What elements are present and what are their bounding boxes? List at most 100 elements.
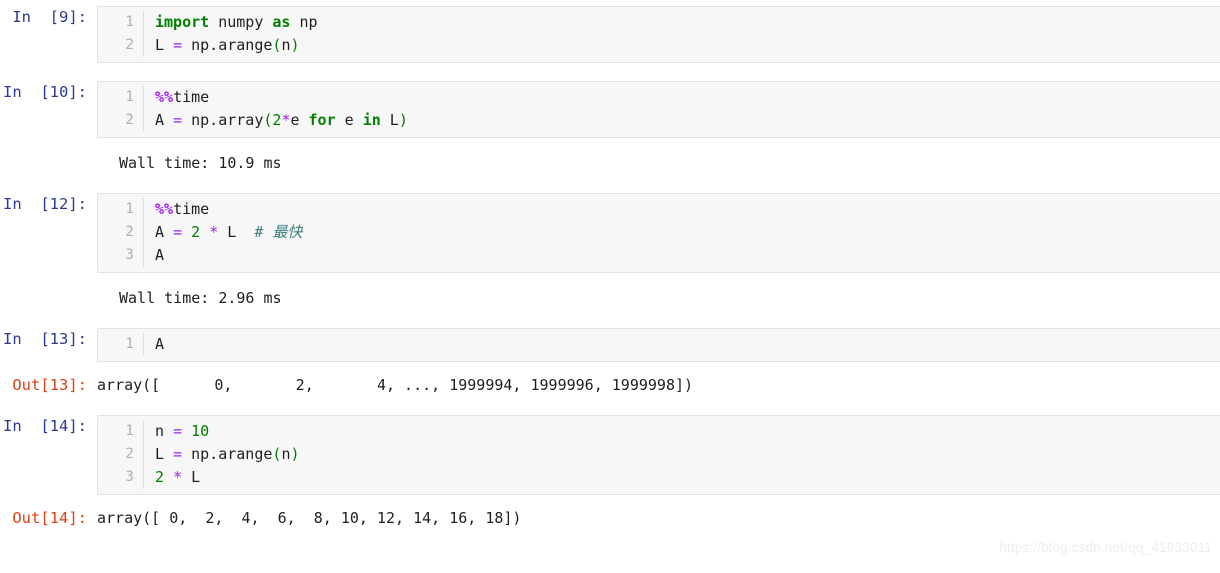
code-text[interactable]: %%time A = np.array(2*e for e in L) — [144, 86, 1220, 132]
code-line: n = 10 — [155, 420, 1220, 443]
line-number-gutter: 1 2 3 — [98, 198, 144, 267]
code-line: 2 * L — [155, 466, 1220, 489]
stdout-text: Wall time: 2.96 ms — [119, 289, 282, 307]
input-prompt: In [13]: — [3, 330, 87, 348]
cell-body: 123n = 10 L = np.arange(n) 2 * L — [97, 415, 1220, 495]
code-text[interactable]: n = 10 L = np.arange(n) 2 * L — [144, 420, 1220, 489]
notebook-cell[interactable]: In [12]: 1 2 3 %%time A = 2 * L # 最快 A — [0, 193, 1220, 273]
code-token-magic: %% — [155, 88, 174, 106]
stdout-text: Wall time: 10.9 ms — [119, 154, 282, 172]
line-number: 1 — [125, 89, 134, 105]
line-number-gutter: 12 — [98, 86, 144, 132]
code-text[interactable]: %%time A = 2 * L # 最快 A — [144, 198, 1220, 267]
code-text[interactable]: import numpy as np L = np.arange(n) — [144, 11, 1220, 57]
input-prompt: In [12]: — [3, 195, 87, 213]
code-token-plain: np.arange — [182, 445, 273, 463]
line-number: 2 — [125, 37, 134, 53]
line-number: 2 — [125, 224, 134, 240]
code-line: %%time — [155, 198, 1220, 221]
line-number-gutter: 1 — [98, 333, 144, 356]
code-token-plain: L — [155, 445, 174, 463]
code-line: import numpy as np — [155, 11, 1220, 34]
output-prompt: Out[14]: — [12, 509, 87, 527]
code-token-plain: A — [155, 223, 174, 241]
code-line: L = np.arange(n) — [155, 443, 1220, 466]
code-token-plain: e — [290, 111, 309, 129]
code-line: L = np.arange(n) — [155, 34, 1220, 57]
code-token-kw: for — [308, 111, 336, 129]
code-line: A = 2 * L # 最快 — [155, 221, 1220, 244]
code-token-kw: as — [272, 13, 291, 31]
code-token-plain: np — [290, 13, 318, 31]
cell-stream-output: Wall time: 10.9 ms — [0, 152, 1220, 175]
code-editor[interactable]: 123n = 10 L = np.arange(n) 2 * L — [97, 415, 1220, 495]
code-token-plain: np.array — [182, 111, 264, 129]
input-prompt: In [9]: — [12, 8, 87, 26]
cell-result-output: Out[13]: array([ 0, 2, 4, ..., 1999994, 1… — [0, 374, 1220, 397]
code-token-plain: n — [155, 422, 174, 440]
code-token-plain: L — [218, 223, 255, 241]
line-number-gutter: 12 — [98, 11, 144, 57]
notebook-cell-list: In [9]: 1 2 import numpy as np L = np.arange… — [0, 6, 1220, 530]
code-token-plain: A — [155, 111, 174, 129]
line-number: 3 — [125, 469, 134, 485]
code-token-op: * — [173, 468, 183, 486]
code-token-magic: %% — [155, 200, 174, 218]
input-prompt: In [10]: — [3, 83, 87, 101]
code-editor[interactable]: 1 2 import numpy as np L = np.arange(n) — [97, 6, 1220, 63]
cell-body: 1A — [97, 328, 1220, 362]
code-token-paren: ) — [398, 111, 408, 129]
code-token-kw: in — [362, 111, 381, 129]
code-token-op: = — [173, 223, 183, 241]
stream-body: Wall time: 10.9 ms — [97, 152, 1220, 175]
code-token-num: 2 — [155, 468, 165, 486]
code-line: A — [155, 333, 1220, 356]
notebook-cell[interactable]: In [13]: 1 A — [0, 328, 1220, 362]
code-editor[interactable]: 1 2 3 %%time A = 2 * L # 最快 A — [97, 193, 1220, 273]
line-number: 1 — [125, 201, 134, 217]
code-token-plain: A — [155, 335, 165, 353]
code-token-paren: ) — [290, 36, 300, 54]
code-token-op: * — [209, 223, 219, 241]
input-prompt: In [14]: — [3, 417, 87, 435]
line-number: 1 — [125, 14, 134, 30]
code-token-num: 10 — [191, 422, 210, 440]
csdn-watermark: https://blog.csdn.net/qq_41033011 — [999, 540, 1212, 555]
notebook-cell[interactable]: In [9]: 1 2 import numpy as np L = np.arange… — [0, 6, 1220, 63]
output-prompt: Out[13]: — [12, 376, 87, 394]
result-text: array([ 0, 2, 4, 6, 8, 10, 12, 14, 16, 1… — [97, 509, 522, 527]
code-token-plain: A — [155, 246, 165, 264]
notebook-cell[interactable]: In [14]: 1 2 3 n = 10 L = np.arange(n) 2 * L — [0, 415, 1220, 495]
code-line: A — [155, 244, 1220, 267]
notebook-cell[interactable]: In [10]: 1 2 %%time A = np.array(2*e for e i… — [0, 81, 1220, 138]
result-text: array([ 0, 2, 4, ..., 1999994, 1999996, … — [97, 376, 694, 394]
code-text[interactable]: A — [144, 333, 1220, 356]
code-token-num: 2 — [191, 223, 201, 241]
cell-body: 1 2 %%time A = np.array(2*e for e in L) — [97, 81, 1220, 138]
line-number: 1 — [125, 423, 134, 439]
cell-result-output: Out[14]: array([ 0, 2, 4, 6, 8, 10, 12, 1… — [0, 507, 1220, 530]
jupyter-notebook: In [9]: 1 2 import numpy as np L = np.arange… — [0, 0, 1220, 573]
code-token-plain: L — [182, 468, 201, 486]
code-token-kw: import — [155, 13, 210, 31]
code-token-comment: # 最快 — [254, 223, 303, 241]
code-token-op: = — [173, 422, 183, 440]
code-editor[interactable]: 1 2 %%time A = np.array(2*e for e in L) — [97, 81, 1220, 138]
code-token-plain: L — [380, 111, 399, 129]
code-editor[interactable]: 1A — [97, 328, 1220, 362]
cell-stream-output: Wall time: 2.96 ms — [0, 287, 1220, 310]
line-number: 3 — [125, 247, 134, 263]
code-token-plain: numpy — [209, 13, 273, 31]
code-line: A = np.array(2*e for e in L) — [155, 109, 1220, 132]
